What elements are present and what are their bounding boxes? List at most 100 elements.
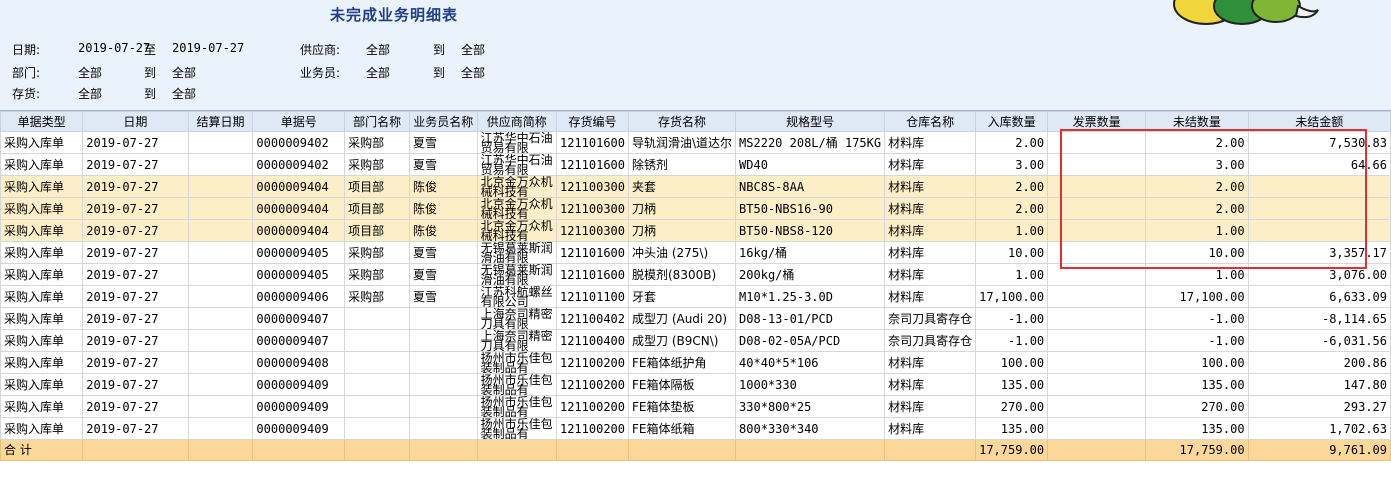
clerk-to-word: 到	[433, 66, 446, 80]
cell-settle-date	[187, 329, 254, 352]
cell-stock-name: 成型刀 (B9CN\)	[627, 329, 737, 352]
cell-date: 2019-07-27	[82, 197, 189, 220]
cell-stock-code: 121101600	[555, 153, 630, 176]
cell-invoice-qty	[1047, 395, 1147, 418]
col-header-open-amount[interactable]: 未结金额	[1247, 111, 1391, 132]
col-header-stock-name[interactable]: 存货名称	[627, 111, 737, 132]
col-header-in-qty[interactable]: 入库数量	[975, 111, 1049, 132]
cell-clerk: 陈俊	[409, 219, 478, 242]
total-label: 合 计	[0, 439, 84, 461]
cell-in-qty: 1.00	[975, 263, 1049, 286]
cell-supplier: 江苏华中石油贸易有限	[476, 153, 557, 176]
cell-open-amount: 293.27	[1247, 395, 1391, 418]
table-row[interactable]: 采购入库单 2019-07-27 0000009408 扬州市乐佳包装制品有 12110…	[0, 351, 1391, 374]
table-row[interactable]: 采购入库单 2019-07-27 0000009406 采购部 夏雪 江苏科航螺丝有限公司…	[0, 285, 1391, 308]
cell-dept: 采购部	[344, 285, 411, 308]
table-row[interactable]: 采购入库单 2019-07-27 0000009402 采购部 夏雪 江苏华中石油贸易有限…	[0, 131, 1391, 154]
col-header-dept[interactable]: 部门名称	[344, 111, 411, 132]
col-header-stock-code[interactable]: 存货编号	[555, 111, 630, 132]
cell-supplier: 扬州市乐佳包装制品有	[476, 417, 557, 440]
cell-doc-type: 采购入库单	[0, 285, 84, 308]
table-row[interactable]: 采购入库单 2019-07-27 0000009404 项目部 陈俊 北京金万众机械科技有…	[0, 219, 1391, 242]
cell-doc-no: 0000009409	[252, 395, 346, 418]
cell-open-amount	[1247, 219, 1391, 242]
cell-open-amount: 200.86	[1247, 351, 1391, 374]
clerk-from-value: 全部	[366, 66, 391, 80]
cell-invoice-qty	[1047, 373, 1147, 396]
cell-supplier: 江苏华中石油贸易有限	[476, 131, 557, 154]
cell-clerk: 夏雪	[409, 285, 478, 308]
cell-stock-name: 刀柄	[627, 197, 737, 220]
cell-supplier: 北京金万众机械科技有	[476, 219, 557, 242]
cell-spec: 1000*330	[735, 373, 886, 396]
supplier-to-value: 全部	[461, 43, 486, 57]
cell-open-qty: 10.00	[1145, 241, 1249, 264]
dept-label: 部门:	[12, 66, 41, 80]
cell-settle-date	[187, 263, 254, 286]
cell-open-qty: 135.00	[1145, 417, 1249, 440]
cell-doc-type: 采购入库单	[0, 417, 84, 440]
cell-clerk	[409, 351, 478, 374]
cell-doc-type: 采购入库单	[0, 329, 84, 352]
cell-open-qty: 135.00	[1145, 373, 1249, 396]
cell-spec: D08-13-01/PCD	[735, 307, 886, 330]
cell-dept: 项目部	[344, 175, 411, 198]
cell-stock-code: 121100402	[555, 307, 630, 330]
cell-open-amount: 64.66	[1247, 153, 1391, 176]
cell-stock-code: 121101600	[555, 241, 630, 264]
cell-doc-no: 0000009402	[252, 153, 346, 176]
cell-open-amount: 6,633.09	[1247, 285, 1391, 308]
cell-warehouse: 材料库	[884, 351, 977, 374]
cell-open-qty: 1.00	[1145, 263, 1249, 286]
table-row[interactable]: 采购入库单 2019-07-27 0000009404 项目部 陈俊 北京金万众机械科技有…	[0, 197, 1391, 220]
table-row[interactable]: 采购入库单 2019-07-27 0000009405 采购部 夏雪 无锡葛莱斯润滑油有限…	[0, 263, 1391, 286]
cell-warehouse: 材料库	[884, 175, 977, 198]
cell-in-qty: 1.00	[975, 219, 1049, 242]
col-header-doc-no[interactable]: 单据号	[252, 111, 346, 132]
cell-in-qty: 10.00	[975, 241, 1049, 264]
cell-spec: 800*330*340	[735, 417, 886, 440]
table-row[interactable]: 采购入库单 2019-07-27 0000009404 项目部 陈俊 北京金万众机械科技有…	[0, 175, 1391, 198]
cell-invoice-qty	[1047, 417, 1147, 440]
cell-doc-type: 采购入库单	[0, 219, 84, 242]
col-header-warehouse[interactable]: 仓库名称	[884, 111, 977, 132]
cell-stock-code: 121100200	[555, 395, 630, 418]
cell-open-qty: -1.00	[1145, 307, 1249, 330]
cell-warehouse: 材料库	[884, 197, 977, 220]
table-header-row: 单据类型 日期 结算日期 单据号 部门名称 业务员名称 供应商简称 存货编号 存…	[0, 111, 1391, 132]
cell-spec: M10*1.25-3.0D	[735, 285, 886, 308]
stock-from-value: 全部	[78, 87, 103, 101]
cell-clerk: 夏雪	[409, 153, 478, 176]
cell-clerk	[409, 417, 478, 440]
cell-open-amount	[1247, 197, 1391, 220]
cell-invoice-qty	[1047, 307, 1147, 330]
col-header-open-qty[interactable]: 未结数量	[1145, 111, 1249, 132]
cell-date: 2019-07-27	[82, 241, 189, 264]
cell-in-qty: 3.00	[975, 153, 1049, 176]
date-label: 日期:	[12, 43, 41, 57]
col-header-settle-date[interactable]: 结算日期	[187, 111, 254, 132]
table-row[interactable]: 采购入库单 2019-07-27 0000009409 扬州市乐佳包装制品有 12110…	[0, 417, 1391, 440]
cell-stock-code: 121100300	[555, 219, 630, 242]
table-row[interactable]: 采购入库单 2019-07-27 0000009407 上海奈司精密刀具有限 12110…	[0, 329, 1391, 352]
col-header-invoice-qty[interactable]: 发票数量	[1047, 111, 1147, 132]
cell-stock-code: 121100300	[555, 175, 630, 198]
col-header-date[interactable]: 日期	[82, 111, 189, 132]
col-header-clerk[interactable]: 业务员名称	[409, 111, 478, 132]
detail-table: 单据类型 日期 结算日期 单据号 部门名称 业务员名称 供应商简称 存货编号 存…	[0, 111, 1391, 461]
cell-open-qty: 17,100.00	[1145, 285, 1249, 308]
date-to-word: 至	[144, 43, 157, 57]
table-row[interactable]: 采购入库单 2019-07-27 0000009407 上海奈司精密刀具有限 12110…	[0, 307, 1391, 330]
col-header-doc-type[interactable]: 单据类型	[0, 111, 84, 132]
table-row[interactable]: 采购入库单 2019-07-27 0000009405 采购部 夏雪 无锡葛莱斯润滑油有限…	[0, 241, 1391, 264]
cell-date: 2019-07-27	[82, 351, 189, 374]
col-header-spec[interactable]: 规格型号	[735, 111, 886, 132]
col-header-supplier[interactable]: 供应商简称	[476, 111, 557, 132]
cell-date: 2019-07-27	[82, 329, 189, 352]
cell-stock-name: 冲头油 (275\)	[627, 241, 737, 264]
table-row[interactable]: 采购入库单 2019-07-27 0000009409 扬州市乐佳包装制品有 12110…	[0, 395, 1391, 418]
table-row[interactable]: 采购入库单 2019-07-27 0000009409 扬州市乐佳包装制品有 12110…	[0, 373, 1391, 396]
cell-open-amount: 1,702.63	[1247, 417, 1391, 440]
cell-doc-no: 0000009407	[252, 307, 346, 330]
table-row[interactable]: 采购入库单 2019-07-27 0000009402 采购部 夏雪 江苏华中石油贸易有限…	[0, 153, 1391, 176]
